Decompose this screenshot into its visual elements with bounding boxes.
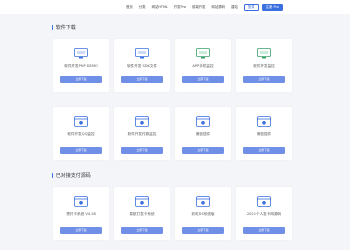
card: 易航打发卡系统 立即下载 — [114, 187, 170, 240]
section-title-payment: 已对接支付源码 — [52, 172, 91, 179]
card-name: 软件开发QQ监控 — [67, 132, 95, 136]
nav-item-build[interactable]: 建站 — [231, 5, 238, 10]
card: 软件开发付款监控 立即下载 — [114, 107, 170, 160]
download-button[interactable]: 立即下载 — [60, 76, 102, 83]
card: 软件开发PHP DEMO 立即下载 — [53, 39, 109, 92]
top-navigation-bar: 首页 分类 网站HTML 开发Pro 前端开发 网站源码 建站 登录 注册 Pr… — [0, 0, 350, 14]
card: 2021个人发卡网源码 立即下载 — [236, 187, 292, 240]
nav-item-html[interactable]: 网站HTML — [152, 5, 168, 10]
download-button[interactable]: 立即下载 — [60, 227, 102, 234]
section-title-text: 软件下载 — [55, 25, 76, 31]
card-name: APP手机监控 — [192, 64, 214, 68]
monitor-icon — [135, 48, 149, 59]
window-icon — [257, 116, 271, 127]
card-name: 软件开发 SDK文件 — [126, 64, 158, 68]
card-name: 软件开发监控 — [253, 64, 275, 68]
nav-item-home[interactable]: 首页 — [126, 5, 133, 10]
download-button[interactable]: 立即下载 — [182, 147, 224, 154]
card-name: 微信插件 — [195, 132, 211, 136]
window-icon — [135, 116, 149, 127]
download-button[interactable]: 立即下载 — [121, 76, 163, 83]
nav-menu: 首页 分类 网站HTML 开发Pro 前端开发 网站源码 建站 登录 注册 Pr… — [126, 4, 286, 11]
window-icon — [257, 196, 271, 207]
download-button[interactable]: 立即下载 — [243, 227, 285, 234]
card: 微信插件 立即下载 — [236, 107, 292, 160]
card: 软件开发监控 立即下载 — [236, 39, 292, 92]
monitor-icon — [74, 48, 88, 59]
card: 微信插件 立即下载 — [175, 107, 231, 160]
card-name: 软件开发PHP DEMO — [64, 64, 98, 68]
download-button[interactable]: 立即下载 — [121, 227, 163, 234]
card: 彩虹DS系统版 立即下载 — [175, 187, 231, 240]
card-name: 彩虹DS系统版 — [191, 212, 215, 216]
download-button[interactable]: 立即下载 — [60, 147, 102, 154]
nav-item-category[interactable]: 分类 — [139, 5, 146, 10]
card: APP手机监控 立即下载 — [175, 39, 231, 92]
window-icon — [196, 196, 210, 207]
section-title-text: 已对接支付源码 — [55, 173, 91, 179]
card-name: 软件开发付款监控 — [127, 132, 157, 136]
window-icon — [196, 116, 210, 127]
card-name: 2021个人发卡网源码 — [246, 212, 282, 216]
window-icon — [135, 196, 149, 207]
register-button[interactable]: 注册 Pro — [261, 4, 283, 11]
card: 软件开发QQ监控 立即下载 — [53, 107, 109, 160]
section-title-software: 软件下载 — [52, 24, 76, 31]
card-name: 易航打发卡系统 — [129, 212, 155, 216]
download-button[interactable]: 立即下载 — [243, 76, 285, 83]
card: 预付卡系统 V4.28 立即下载 — [53, 187, 109, 240]
screen-green-icon — [257, 48, 271, 59]
section-accent-bar — [52, 25, 54, 30]
window-icon — [74, 196, 88, 207]
login-button[interactable]: 登录 — [243, 4, 259, 11]
nav-item-source[interactable]: 网站源码 — [212, 5, 226, 10]
download-button[interactable]: 立即下载 — [182, 227, 224, 234]
nav-item-dev-pro[interactable]: 开发Pro — [174, 5, 186, 10]
card: 软件开发 SDK文件 立即下载 — [114, 39, 170, 92]
download-button[interactable]: 立即下载 — [243, 147, 285, 154]
window-icon — [74, 116, 88, 127]
card-name: 预付卡系统 V4.28 — [66, 212, 96, 216]
screen-green-icon — [196, 48, 210, 59]
nav-item-frontend[interactable]: 前端开发 — [192, 5, 206, 10]
card-name: 微信插件 — [256, 132, 272, 136]
download-button[interactable]: 立即下载 — [182, 76, 224, 83]
section-accent-bar — [52, 173, 54, 178]
download-button[interactable]: 立即下载 — [121, 147, 163, 154]
